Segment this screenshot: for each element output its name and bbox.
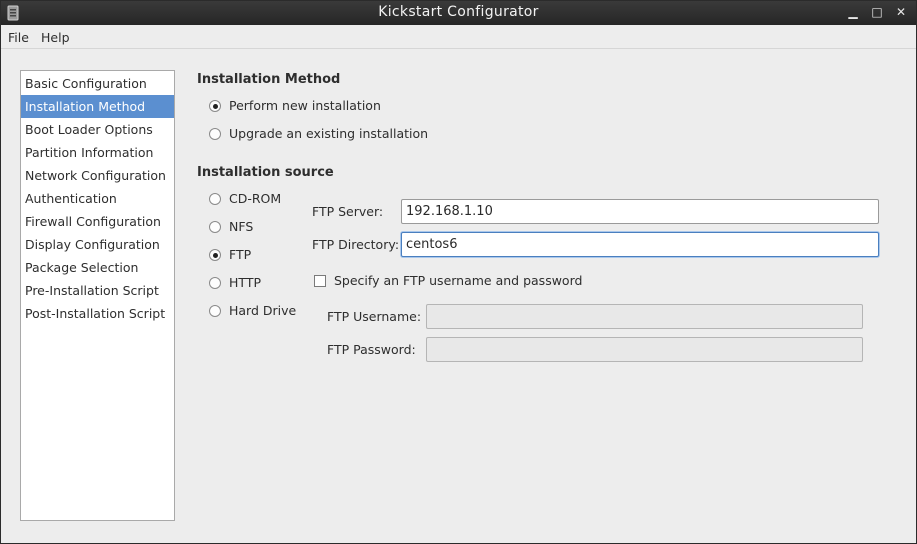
ftp-password-input[interactable]: [426, 337, 863, 362]
radio-button[interactable]: [209, 99, 221, 112]
sidebar-item-authentication[interactable]: Authentication: [21, 187, 174, 210]
ftp-server-label: FTP Server:: [312, 204, 384, 219]
radio-label: FTP: [229, 247, 252, 262]
radio-button[interactable]: [209, 304, 221, 317]
radio-label: Perform new installation: [229, 98, 381, 113]
radio-button[interactable]: [209, 127, 221, 140]
kickstart-window: Kickstart Configurator ▁ □ ✕ File Help B…: [0, 0, 917, 544]
radio-label: HTTP: [229, 275, 261, 290]
sidebar-item-basic-configuration[interactable]: Basic Configuration: [21, 72, 174, 95]
menu-help[interactable]: Help: [41, 30, 70, 45]
close-button[interactable]: ✕: [894, 4, 908, 20]
sidebar-item-installation-method[interactable]: Installation Method: [21, 95, 174, 118]
sidebar-item-pre-installation-script[interactable]: Pre-Installation Script: [21, 279, 174, 302]
radio-button[interactable]: [209, 220, 221, 233]
maximize-button[interactable]: □: [870, 4, 884, 20]
radio-button[interactable]: [209, 276, 221, 289]
sidebar-item-network-configuration[interactable]: Network Configuration: [21, 164, 174, 187]
ftp-username-input[interactable]: [426, 304, 863, 329]
sidebar-item-partition-information[interactable]: Partition Information: [21, 141, 174, 164]
category-list: Basic Configuration Installation Method …: [20, 70, 175, 521]
ftp-credentials-checkbox-row[interactable]: Specify an FTP username and password: [314, 273, 582, 288]
installation-source-heading: Installation source: [197, 165, 334, 180]
radio-source-ftp[interactable]: FTP: [209, 247, 251, 262]
radio-upgrade-installation[interactable]: Upgrade an existing installation: [209, 126, 428, 141]
radio-label: NFS: [229, 219, 254, 234]
radio-button[interactable]: [209, 248, 221, 261]
ftp-credentials-checkbox[interactable]: [314, 274, 326, 287]
sidebar-item-boot-loader-options[interactable]: Boot Loader Options: [21, 118, 174, 141]
ftp-password-label: FTP Password:: [327, 342, 416, 357]
ftp-username-label: FTP Username:: [327, 309, 422, 324]
radio-new-installation[interactable]: Perform new installation: [209, 98, 381, 113]
window-controls: ▁ □ ✕: [846, 4, 908, 20]
title-bar[interactable]: Kickstart Configurator ▁ □ ✕: [1, 1, 916, 25]
radio-source-http[interactable]: HTTP: [209, 275, 261, 290]
window-title: Kickstart Configurator: [378, 4, 539, 20]
ftp-credentials-checkbox-label: Specify an FTP username and password: [334, 273, 583, 288]
radio-label: Hard Drive: [229, 303, 297, 318]
menu-file[interactable]: File: [8, 30, 29, 45]
sidebar-item-firewall-configuration[interactable]: Firewall Configuration: [21, 210, 174, 233]
sidebar-item-post-installation-script[interactable]: Post-Installation Script: [21, 302, 174, 325]
ftp-server-input[interactable]: [401, 199, 879, 224]
ftp-directory-input[interactable]: [401, 232, 879, 257]
radio-source-hard-drive[interactable]: Hard Drive: [209, 303, 296, 318]
radio-source-nfs[interactable]: NFS: [209, 219, 253, 234]
sidebar-item-display-configuration[interactable]: Display Configuration: [21, 233, 174, 256]
radio-label: Upgrade an existing installation: [229, 126, 429, 141]
minimize-button[interactable]: ▁: [846, 4, 860, 20]
radio-source-cdrom[interactable]: CD-ROM: [209, 191, 281, 206]
installation-method-heading: Installation Method: [197, 72, 341, 87]
radio-button[interactable]: [209, 192, 221, 205]
sidebar-item-package-selection[interactable]: Package Selection: [21, 256, 174, 279]
radio-label: CD-ROM: [229, 191, 282, 206]
ftp-directory-label: FTP Directory:: [312, 237, 400, 252]
menu-bar: File Help: [1, 25, 916, 49]
